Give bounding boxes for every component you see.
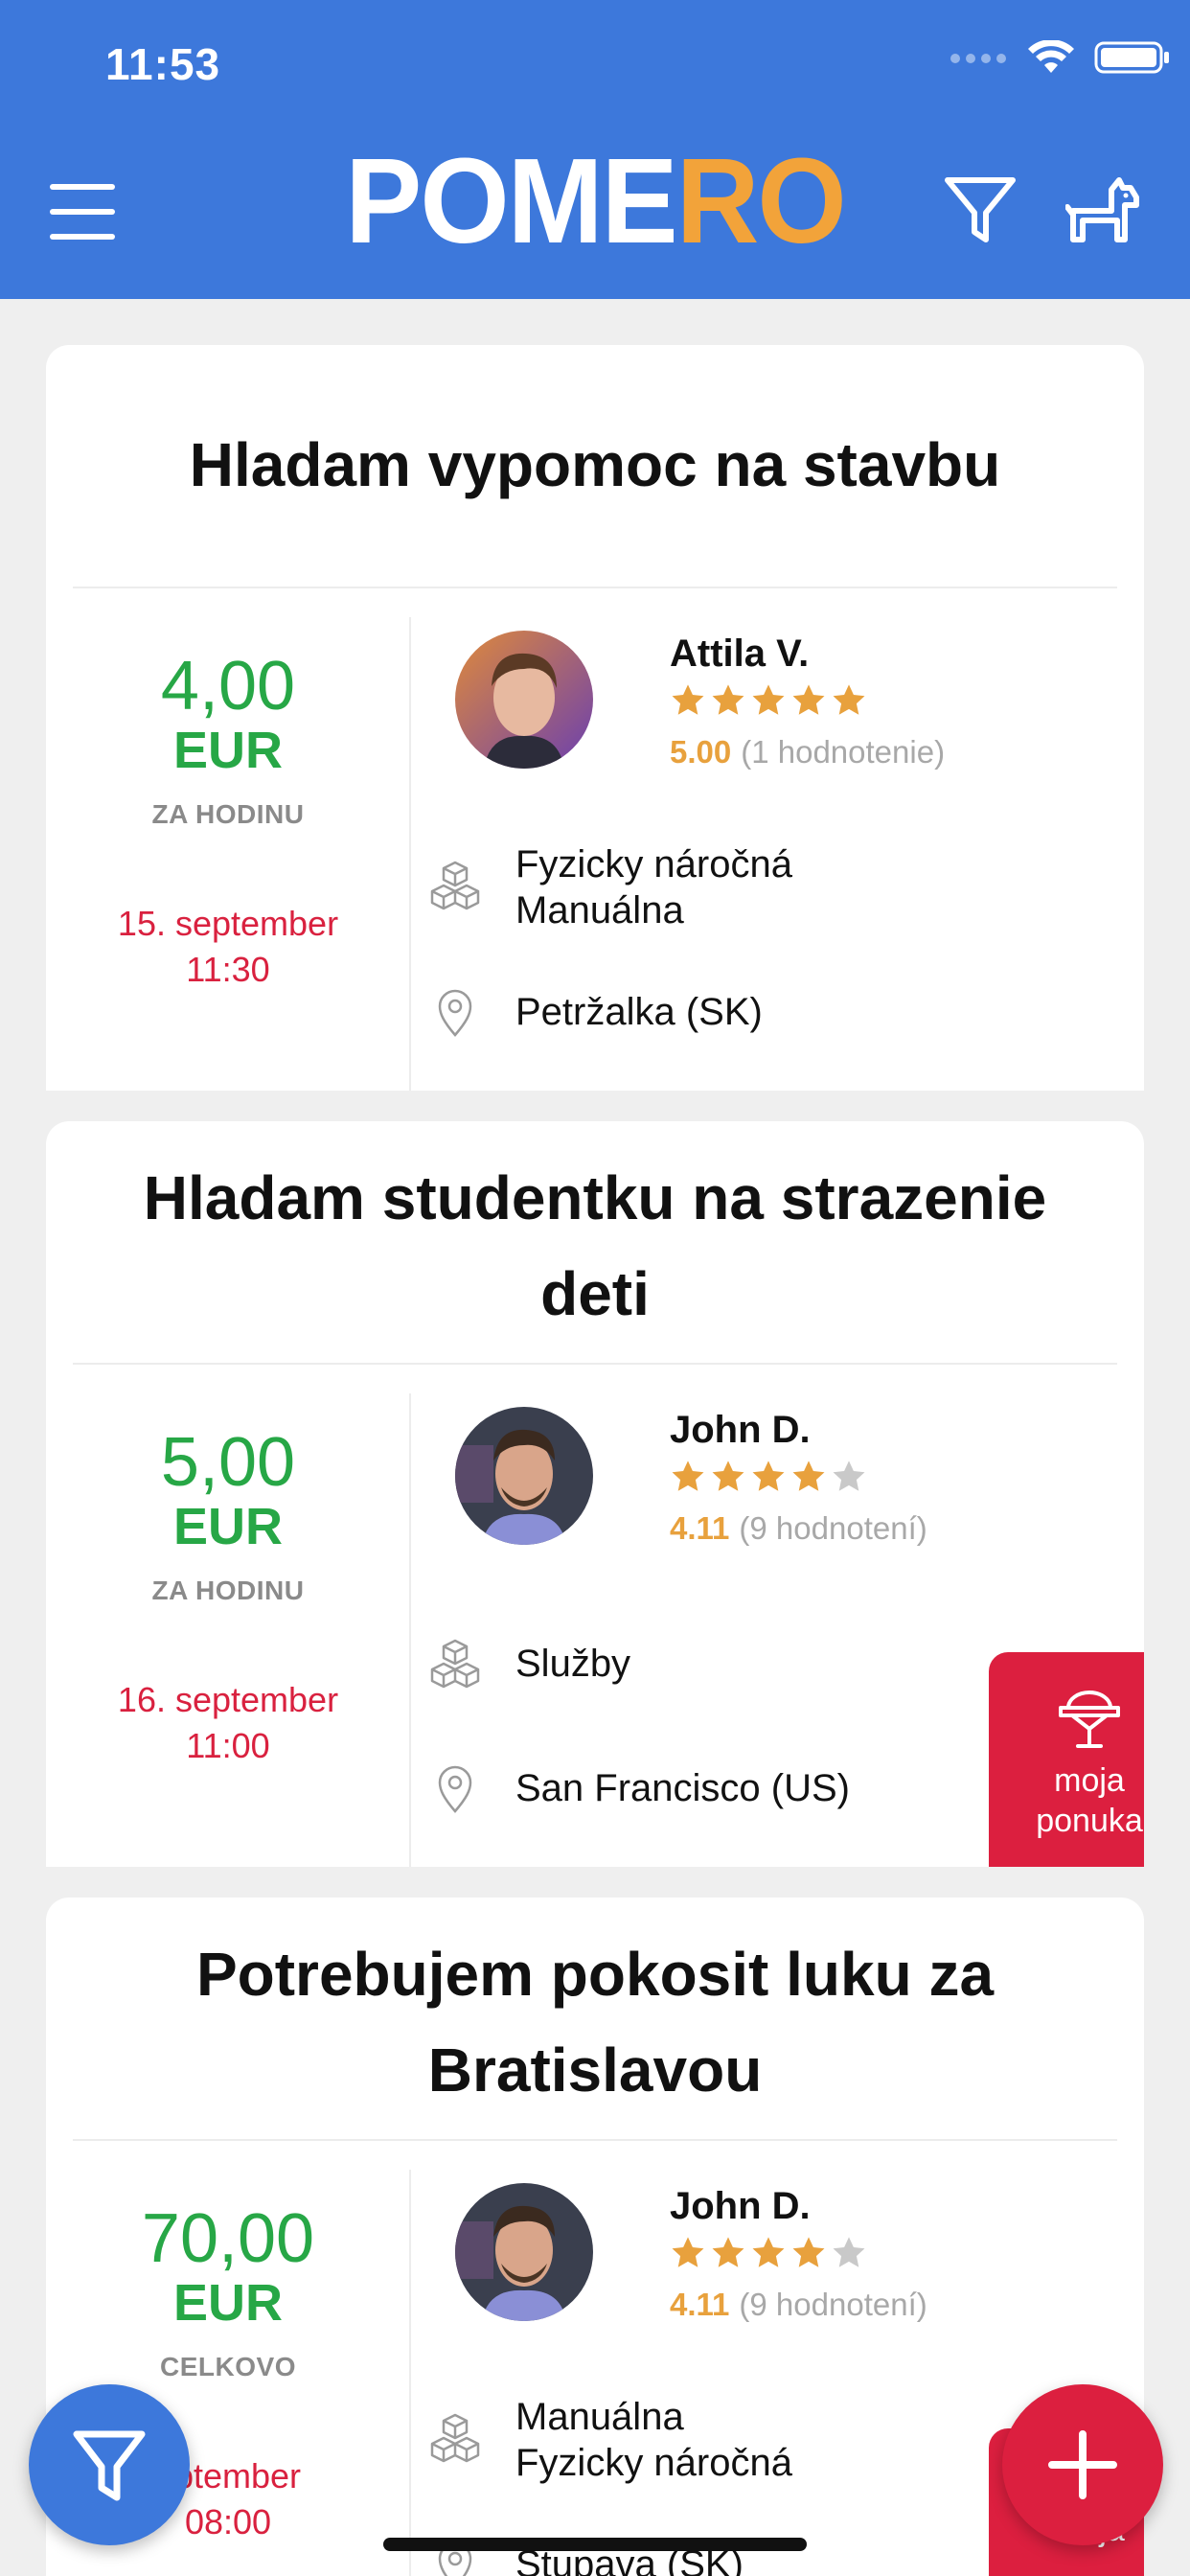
app-header: 11:53 POMERO: [0, 0, 1190, 299]
price-unit: CELKOVO: [160, 2352, 296, 2381]
avatar[interactable]: [455, 1407, 593, 1545]
price-amount: 4,00: [160, 648, 296, 724]
rating: 4.11 (9 hodnotení): [670, 2287, 927, 2323]
job-category: Služby: [515, 1641, 630, 1687]
category-line: Služby: [515, 1643, 631, 1685]
add-job-button[interactable]: [1002, 2384, 1163, 2545]
rating-count: (9 hodnotení): [739, 2287, 927, 2322]
star-icon: [792, 2237, 825, 2267]
price-unit: ZA HODINU: [151, 799, 305, 829]
filter-icon: [73, 2430, 146, 2501]
date-day: 15. september: [117, 904, 339, 943]
user-name: John D.: [670, 1409, 811, 1451]
job-title: Potrebujem pokosit luku za Bratislavou: [195, 1940, 995, 2104]
price-amount: 70,00: [141, 2200, 315, 2277]
category-line: Manuálna: [515, 2396, 684, 2438]
rating: 5.00 (1 hodnotenie): [670, 734, 945, 770]
divider: [73, 1363, 1117, 1365]
category-line: Fyzicky náročná: [515, 2442, 792, 2484]
price-currency: EUR: [172, 2274, 283, 2332]
star-rating: [670, 2235, 867, 2271]
category-line: Fyzicky náročná: [515, 843, 792, 886]
price: 5,00 EUR ZA HODINU: [46, 1426, 410, 1606]
date-day: 16. september: [117, 1680, 339, 1719]
rating-count: (1 hodnotenie): [741, 734, 946, 770]
star-rating: [670, 682, 867, 719]
status-icons: [950, 40, 1171, 75]
job-category: Fyzicky náročná Manuálna: [515, 841, 792, 933]
star-rating: [670, 1459, 867, 1495]
rating-value: 4.11: [670, 1510, 730, 1546]
job-card[interactable]: Potrebujem pokosit luku za Bratislavou 7…: [46, 1898, 1144, 2576]
category-line: Manuálna: [515, 889, 684, 932]
star-icon: [712, 1460, 744, 1491]
star-icon: [792, 1460, 825, 1491]
dog-icon[interactable]: [1065, 172, 1142, 249]
star-icon: [712, 2237, 744, 2267]
price-unit: ZA HODINU: [151, 1576, 305, 1605]
rating-value: 5.00: [670, 734, 732, 770]
date-time: 11:00: [186, 1726, 270, 1765]
price: 4,00 EUR ZA HODINU: [46, 650, 410, 830]
price: 70,00 EUR CELKOVO: [46, 2202, 410, 2382]
avatar[interactable]: [455, 631, 593, 769]
star-icon: [833, 1460, 865, 1491]
star-icon: [672, 2237, 704, 2267]
star-icon: [752, 684, 785, 715]
job-location: Petržalka (SK): [515, 991, 763, 1033]
job-category: Manuálna Fyzicky náročná: [515, 2394, 792, 2486]
user-name: John D.: [670, 2185, 811, 2227]
price-currency: EUR: [172, 722, 283, 779]
star-icon: [833, 2237, 865, 2267]
category-icon: [430, 2413, 480, 2463]
filter-fab-button[interactable]: [29, 2384, 190, 2545]
price-currency: EUR: [172, 1498, 283, 1555]
avatar[interactable]: [455, 2183, 593, 2321]
job-title: Hladam studentku na strazenie deti: [143, 1163, 1047, 1328]
star-icon: [833, 684, 865, 715]
star-icon: [712, 684, 744, 715]
star-icon: [752, 1460, 785, 1491]
rating-value: 4.11: [670, 2287, 730, 2322]
divider: [73, 2139, 1117, 2141]
job-date: 15. september 11:30: [46, 901, 410, 993]
filter-icon[interactable]: [942, 172, 1018, 249]
job-date: 16. september 11:00: [46, 1677, 410, 1769]
job-card[interactable]: Hladam vypomoc na stavbu 4,00 EUR ZA HOD…: [46, 345, 1144, 1091]
wifi-icon: [1028, 40, 1074, 73]
rating: 4.11 (9 hodnotení): [670, 1510, 927, 1547]
home-indicator[interactable]: [383, 2538, 807, 2551]
job-card[interactable]: Hladam studentku na strazenie deti 5,00 …: [46, 1121, 1144, 1867]
category-icon: [430, 861, 480, 910]
badge-label: moja: [1054, 1762, 1125, 1799]
logo-part-2: RO: [675, 133, 847, 269]
divider: [73, 586, 1117, 588]
rating-count: (9 hodnotení): [739, 1510, 927, 1546]
job-title: Hladam vypomoc na stavbu: [189, 430, 1001, 499]
status-time: 11:53: [105, 39, 221, 89]
star-icon: [672, 1460, 704, 1491]
location-pin-icon: [438, 1765, 472, 1813]
category-icon: [430, 1639, 480, 1689]
logo-part-1: POME: [345, 133, 677, 269]
battery-icon: [1094, 41, 1169, 74]
date-time: 11:30: [186, 950, 270, 989]
signal-icon: [950, 50, 1008, 65]
my-offer-badge[interactable]: moja ponuka: [989, 1652, 1144, 1867]
star-icon: [752, 2237, 785, 2267]
offer-icon: [1059, 1690, 1120, 1748]
location-pin-icon: [438, 989, 472, 1037]
user-name: Attila V.: [670, 632, 810, 675]
plus-icon: [1048, 2430, 1117, 2499]
badge-label: ponuka: [1036, 1803, 1143, 1839]
star-icon: [672, 684, 704, 715]
price-amount: 5,00: [160, 1424, 296, 1501]
job-location: San Francisco (US): [515, 1767, 850, 1809]
star-icon: [792, 684, 825, 715]
